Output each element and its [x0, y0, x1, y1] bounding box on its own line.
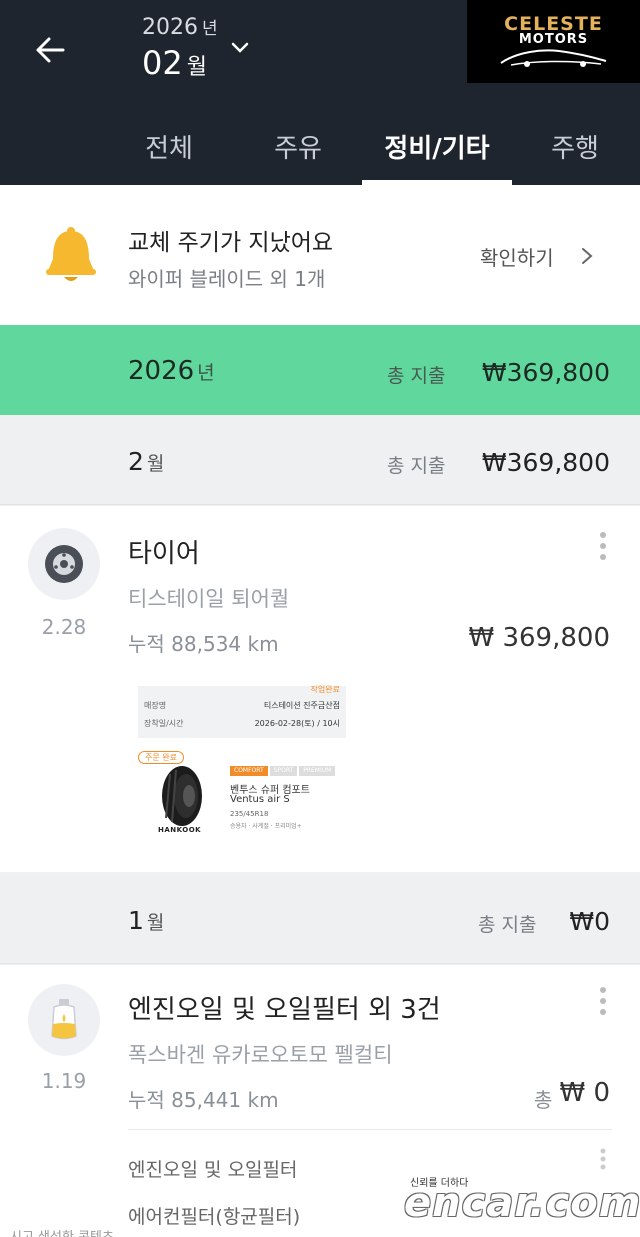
record-shop: 폭스바겐 유카로오토모 펠컬티: [128, 1043, 393, 1067]
tab-maintenance[interactable]: 정비/기타: [362, 128, 512, 165]
record-title: 타이어: [128, 539, 200, 569]
receipt-info-table: 작업완료 매장명 티스테이션 진주금산점 장착일/시간 2026-02-28(토) …: [138, 685, 346, 738]
divider: [128, 1129, 612, 1130]
app-screen: 2026 년 02 월 CELESTE MOTORS 전체 주유 정비/기타 주행: [0, 0, 640, 1237]
chevron-down-icon[interactable]: [230, 40, 250, 56]
service-item: 엔진오일 및 오일필터: [128, 1159, 298, 1181]
bell-icon: [46, 227, 96, 281]
month-summary-label: 1월: [128, 906, 165, 935]
tire-product-image: [162, 766, 202, 826]
product-model: Ventus air S: [230, 794, 290, 805]
period-selector[interactable]: 2026 년 02 월: [142, 14, 218, 82]
month-summary-bar: 2월 총 지출 ₩369,800: [0, 415, 640, 505]
back-arrow-icon[interactable]: [30, 30, 70, 70]
notice-subtitle: 와이퍼 블레이드 외 1개: [128, 267, 326, 291]
tag-chip: SPORT: [269, 766, 298, 776]
tab-driving[interactable]: 주행: [530, 128, 620, 165]
tab-all[interactable]: 전체: [118, 128, 220, 165]
month-total-value: ₩0: [569, 907, 610, 936]
record-title: 엔진오일 및 오일필터 외 3건: [128, 995, 441, 1025]
receipt-row: 매장명 티스테이션 진주금산점: [144, 701, 340, 710]
more-menu-icon[interactable]: [598, 530, 608, 562]
tab-fuel[interactable]: 주유: [248, 128, 348, 165]
year-summary-label: 2026 년: [128, 356, 215, 386]
oil-icon: [51, 999, 77, 1040]
product-size: 235/45R18: [230, 810, 269, 818]
brand-mark: HANKOOK: [158, 826, 202, 834]
record-date: 1.19: [41, 1069, 87, 1093]
tag-chip: COMFORT: [230, 766, 268, 776]
check-button[interactable]: 확인하기: [480, 242, 554, 271]
record-icon-bg: [28, 984, 100, 1056]
chevron-right-icon[interactable]: [580, 246, 594, 266]
month-total-label: 총 지출: [478, 914, 537, 936]
category-tabs: 전체 주유 정비/기타 주행: [0, 120, 640, 185]
brand-logo: CELESTE MOTORS: [467, 0, 640, 83]
year-label: 2026 년: [142, 15, 218, 40]
record-amount: ₩ 0: [559, 1078, 610, 1108]
month-summary-bar: 1월 총 지출 ₩0: [0, 874, 640, 964]
month-label: 02 월: [142, 44, 207, 82]
more-menu-icon[interactable]: [598, 1147, 608, 1171]
record-amount-label: 총: [534, 1088, 553, 1112]
month-total-value: ₩369,800: [481, 448, 610, 477]
record-shop: 티스테이일 퇴어퀄: [128, 587, 290, 611]
year-summary-bar: 2026 년 총 지출 ₩369,800: [0, 325, 640, 415]
product-tags: COMFORT SPORT PREMIUM: [230, 766, 336, 776]
product-meta: 승용차 · 사계절 · 프리미엄+: [230, 823, 302, 830]
watermark-logo: encar.com: [404, 1180, 640, 1226]
top-header: 2026 년 02 월 CELESTE MOTORS 전체 주유 정비/기타 주행: [0, 0, 640, 185]
receipt-row: 작업완료: [310, 685, 340, 694]
record-odometer: 누적 88,534 km: [128, 632, 279, 656]
month-total-label: 총 지출: [387, 455, 446, 477]
year-total-label: 총 지출: [387, 365, 446, 387]
month-summary-label: 2월: [128, 447, 165, 476]
footer-caption: 시고 생성한 콘텐츠: [10, 1226, 114, 1237]
order-status-badge: 주문 완료: [138, 751, 184, 764]
receipt-image[interactable]: 작업완료 매장명 티스테이션 진주금산점 장착일/시간 2026-02-28(토) …: [128, 685, 348, 846]
tag-chip: PREMIUM: [299, 766, 336, 776]
record-odometer: 누적 85,441 km: [128, 1088, 279, 1112]
record-amount: ₩ 369,800: [468, 623, 611, 653]
notice-title: 교체 주기가 지났어요: [128, 230, 334, 256]
maintenance-record[interactable]: 2.28 타이어 티스테이일 퇴어퀄 누적 88,534 km ₩ 369,80…: [0, 506, 640, 872]
record-icon-bg: [28, 528, 100, 600]
car-silhouette-icon: [500, 49, 607, 67]
more-menu-icon[interactable]: [598, 985, 608, 1017]
record-date: 2.28: [41, 615, 87, 639]
receipt-row: 장착일/시간 2026-02-28(토) / 10시: [144, 719, 340, 728]
replacement-notice[interactable]: 교체 주기가 지났어요 와이퍼 블레이드 외 1개 확인하기: [0, 185, 640, 325]
service-item: 에어컨필터(항균필터): [128, 1206, 301, 1228]
year-total-value: ₩369,800: [481, 358, 610, 387]
tire-icon: [45, 545, 83, 583]
